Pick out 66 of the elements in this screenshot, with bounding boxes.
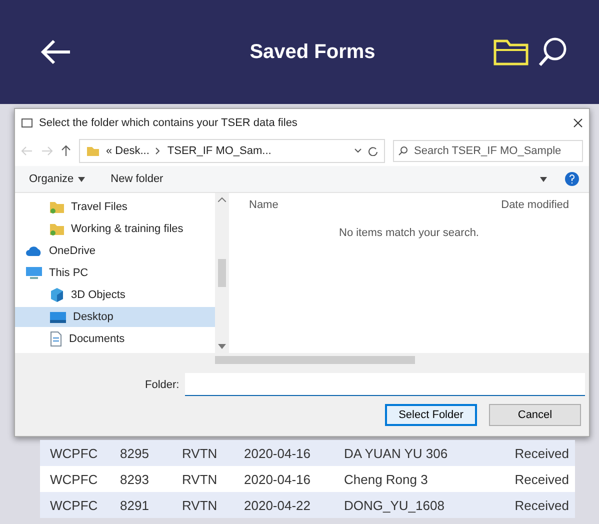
close-icon[interactable] (573, 118, 583, 128)
scroll-down-icon[interactable] (218, 344, 226, 349)
empty-message: No items match your search. (338, 227, 480, 239)
search-icon[interactable] (537, 36, 569, 68)
column-header[interactable]: Date modified (501, 199, 569, 211)
table-cell-text: 2020-04-22 (243, 498, 312, 512)
path-segment[interactable]: « Desk... (106, 145, 150, 157)
table-cell-text: Received (514, 472, 570, 486)
table-cell-text: DONG_YU_1608 (343, 498, 446, 512)
new-folder-button[interactable]: New folder (106, 171, 168, 187)
search-icon (398, 146, 408, 156)
path-segment[interactable]: TSER_IF MO_Sam... (167, 145, 272, 157)
dialog-button[interactable]: Cancel (489, 404, 581, 426)
nav-item[interactable]: Travel Files (15, 197, 215, 217)
address-bar[interactable]: « Desk... TSER_IF MO_Sam... (79, 139, 385, 163)
table-cell-text: RVTN (181, 498, 218, 512)
nav-item[interactable]: 3D Objects (15, 285, 215, 305)
nav-item[interactable]: Desktop (15, 307, 215, 327)
window-icon (21, 118, 33, 128)
cloud-icon (25, 245, 43, 257)
up-arrow-icon[interactable] (61, 145, 71, 157)
table-cell-text: WCPFC (49, 498, 99, 512)
caret-icon (78, 176, 85, 182)
table-cell-text: 8291 (119, 498, 150, 512)
cube-icon (49, 287, 65, 303)
table-cell-text: RVTN (181, 472, 218, 486)
nav-item[interactable]: Working & training files (15, 219, 215, 239)
table-cell-text: Received (514, 498, 570, 512)
table-cell-text: 8295 (119, 446, 150, 460)
folder-label: Folder: (145, 378, 180, 390)
table-cell-text: DA YUAN YU 306 (343, 446, 449, 460)
folder-icon (49, 222, 65, 236)
chevron-icon (155, 147, 162, 155)
dialog-button[interactable]: Select Folder (385, 404, 477, 426)
folder-icon (49, 200, 65, 214)
search-field[interactable]: Search TSER_IF MO_Sample (393, 140, 583, 162)
nav-item[interactable]: This PC (15, 263, 215, 283)
table-cell-text: WCPFC (49, 446, 99, 460)
folder-field[interactable] (185, 373, 585, 396)
table-cell-text: WCPFC (49, 472, 99, 486)
monitor-icon (25, 266, 43, 280)
help-icon[interactable] (565, 172, 579, 186)
table-cell-text: 2020-04-16 (243, 472, 312, 486)
caret-icon[interactable] (540, 176, 547, 182)
folder-icon[interactable] (493, 38, 529, 66)
document-icon (49, 331, 63, 347)
folder-icon (86, 145, 100, 157)
table-cell-text: Cheng Rong 3 (343, 472, 429, 486)
page-title: Saved Forms (248, 40, 376, 64)
scroll-thumb[interactable] (215, 356, 415, 364)
desktop-icon (49, 310, 67, 324)
scroll-thumb[interactable] (218, 259, 226, 287)
scrollbar[interactable] (215, 193, 229, 353)
organize-menu[interactable]: Organize (25, 171, 89, 187)
table-cell-text: 2020-04-16 (243, 446, 312, 460)
nav-item[interactable]: Documents (15, 329, 215, 349)
scroll-up-icon[interactable] (218, 197, 226, 202)
table-cell-text: RVTN (181, 446, 218, 460)
nav-item[interactable]: OneDrive (15, 241, 215, 261)
table-cell-text: Received (514, 446, 570, 460)
table-cell-text: 8293 (119, 472, 150, 486)
scrollbar[interactable] (15, 353, 589, 367)
refresh-icon[interactable] (368, 146, 378, 156)
dialog-title: Select the folder which contains your TSER data files (39, 116, 298, 128)
column-header[interactable]: Name (249, 199, 502, 211)
dropdown-icon[interactable] (354, 148, 362, 154)
